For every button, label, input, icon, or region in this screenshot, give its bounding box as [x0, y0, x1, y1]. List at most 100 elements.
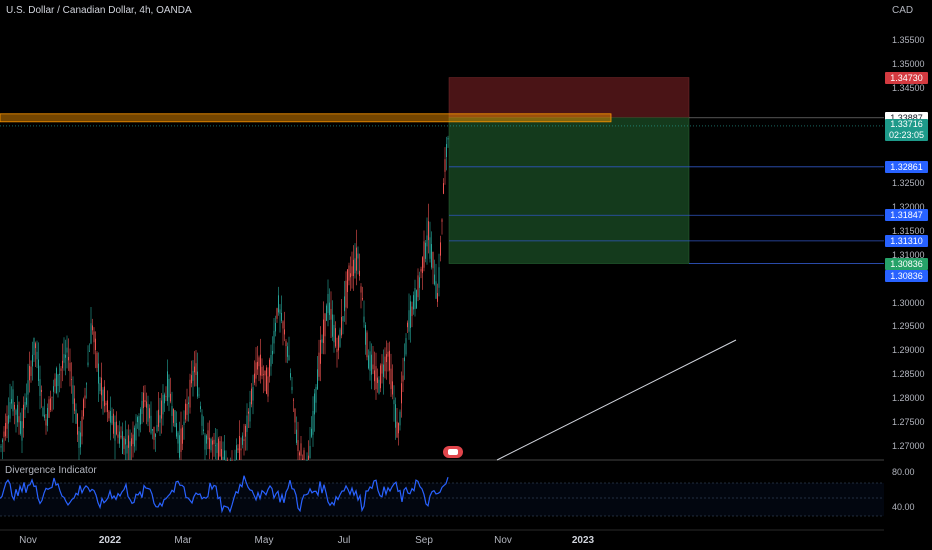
- candle-body: [59, 373, 60, 375]
- candle-body: [84, 395, 86, 399]
- candle-body: [378, 379, 380, 394]
- price-tag-blue: 1.31847: [885, 209, 928, 222]
- candle-body: [134, 427, 135, 447]
- candle-body: [176, 423, 177, 437]
- candle-body: [113, 413, 114, 434]
- price-tick: 1.29500: [892, 321, 925, 332]
- candle-body: [381, 363, 383, 374]
- candle-body: [105, 403, 107, 405]
- stop-loss-zone[interactable]: [448, 77, 690, 119]
- candle-body: [246, 415, 248, 432]
- candle-body: [374, 370, 375, 382]
- candle-body: [63, 354, 65, 363]
- candle-body: [354, 258, 356, 274]
- candle-body: [186, 403, 188, 415]
- candle-body: [299, 452, 300, 456]
- candle-body: [0, 446, 2, 448]
- candle-body: [168, 379, 170, 398]
- candle-body: [389, 350, 390, 371]
- candle-body: [383, 364, 384, 377]
- candle-body: [149, 408, 150, 419]
- candle-body: [384, 356, 386, 372]
- candle-body: [344, 296, 345, 312]
- osc-tick-low: 40.00: [892, 502, 915, 512]
- candle-body: [237, 448, 239, 451]
- price-tick: 1.30000: [892, 297, 925, 308]
- candle-body: [281, 312, 282, 321]
- candle-body: [416, 290, 417, 309]
- candle-body: [261, 366, 263, 377]
- candle-body: [404, 357, 405, 362]
- candle-body: [96, 352, 98, 368]
- candle-body: [285, 341, 287, 347]
- candle-body: [188, 402, 189, 405]
- candle-body: [342, 316, 344, 322]
- candle-body: [227, 460, 228, 461]
- candle-body: [45, 419, 47, 426]
- candle-body: [357, 253, 359, 259]
- candle-body: [170, 393, 171, 402]
- candle-body: [72, 385, 74, 404]
- trend-line[interactable]: [496, 339, 737, 461]
- candle-body: [249, 401, 251, 422]
- candle-body: [185, 403, 186, 420]
- candle-body: [405, 338, 407, 355]
- candle-body: [239, 435, 240, 460]
- candle-body: [212, 440, 213, 445]
- candle-body: [20, 421, 21, 434]
- candle-body: [401, 383, 402, 404]
- candle-body: [204, 434, 206, 450]
- candle-body: [138, 416, 140, 431]
- candle-body: [234, 460, 236, 461]
- candle-body: [192, 370, 194, 381]
- candle-body: [102, 389, 104, 402]
- candle-body: [318, 352, 320, 377]
- price-tag-blue: 1.32861: [885, 160, 928, 173]
- candle-body: [359, 270, 360, 277]
- candle-body: [68, 356, 69, 361]
- candle-body: [447, 138, 449, 140]
- candle-body: [167, 371, 168, 401]
- candle-body: [380, 365, 381, 389]
- price-chart[interactable]: [0, 0, 932, 550]
- candle-body: [266, 367, 267, 394]
- take-profit-zone[interactable]: [448, 117, 690, 264]
- candle-body: [21, 421, 23, 441]
- candle-body: [11, 399, 12, 404]
- candle-body: [231, 460, 233, 461]
- candle-body: [86, 383, 87, 385]
- flag-icon[interactable]: [443, 446, 463, 458]
- candle-body: [108, 411, 110, 419]
- candle-body: [257, 361, 258, 370]
- candle-body: [117, 434, 119, 438]
- candle-body: [345, 280, 347, 308]
- candle-body: [180, 428, 182, 452]
- time-label: Nov: [19, 535, 37, 546]
- candle-body: [153, 427, 155, 440]
- candle-body: [393, 400, 395, 405]
- candle-body: [356, 247, 357, 271]
- candle-body: [240, 448, 242, 451]
- candle-body: [308, 455, 309, 460]
- candle-body: [57, 374, 59, 386]
- resistance-zone[interactable]: [0, 113, 612, 123]
- candle-body: [371, 354, 372, 375]
- candle-body: [396, 421, 398, 438]
- candle-body: [110, 410, 111, 423]
- candles[interactable]: [0, 135, 449, 461]
- candle-body: [135, 423, 137, 441]
- symbol-title[interactable]: U.S. Dollar / Canadian Dollar, 4h, OANDA: [6, 5, 192, 16]
- candle-body: [65, 354, 66, 358]
- time-label: Nov: [494, 535, 512, 546]
- candle-body: [437, 293, 438, 302]
- candle-body: [161, 400, 162, 419]
- candle-body: [293, 399, 294, 401]
- time-label: May: [254, 535, 274, 546]
- candle-body: [225, 460, 227, 461]
- candle-body: [189, 379, 191, 408]
- candle-body: [95, 338, 96, 351]
- candle-body: [333, 324, 335, 343]
- candle-body: [248, 411, 249, 414]
- indicator-name[interactable]: Divergence Indicator: [5, 465, 97, 476]
- candle-body: [294, 408, 296, 423]
